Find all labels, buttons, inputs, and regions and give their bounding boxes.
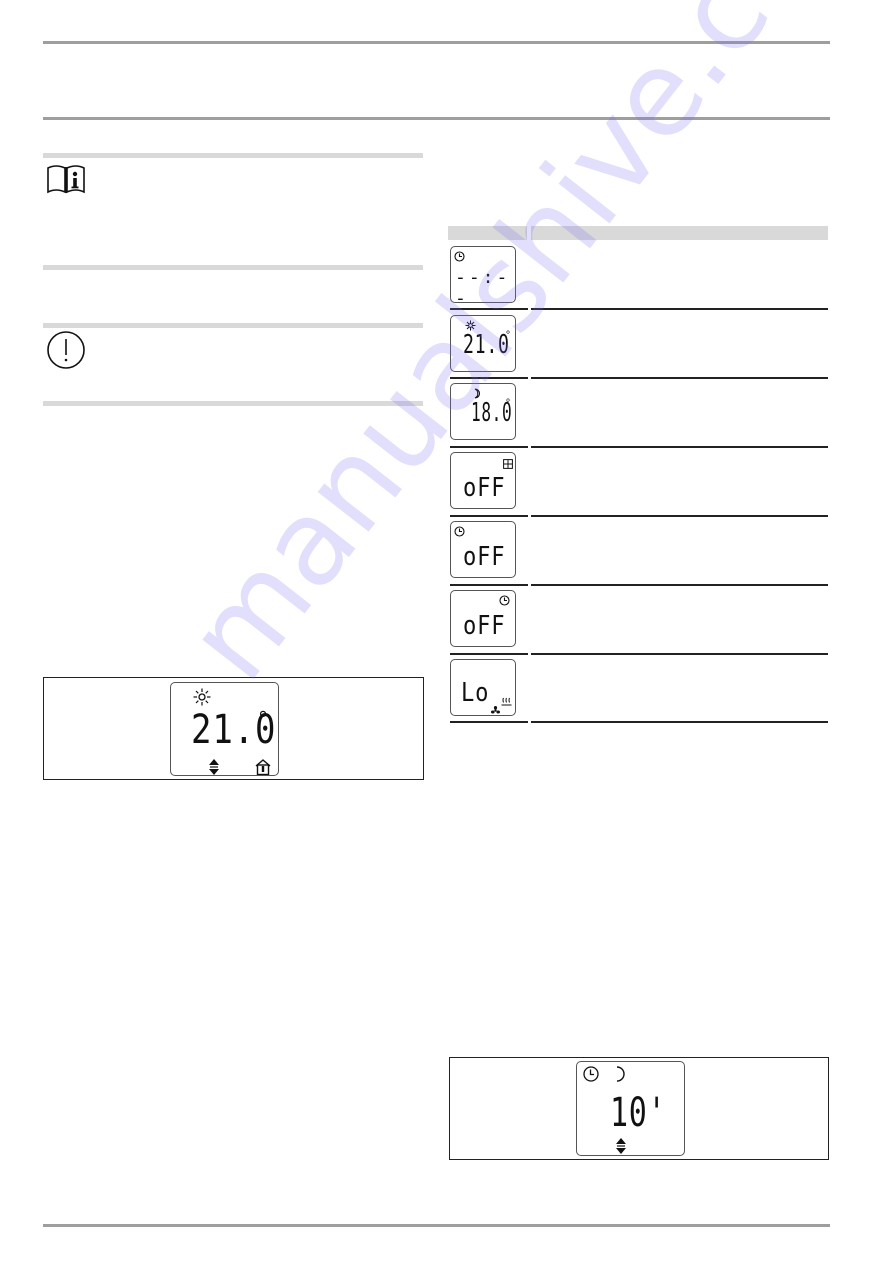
off-value: oFF bbox=[463, 611, 506, 641]
row-divider-display bbox=[450, 653, 528, 655]
row-divider-description bbox=[531, 721, 828, 723]
table-row-lcd-clock-off: oFF bbox=[450, 521, 516, 578]
row-divider-display bbox=[450, 721, 528, 723]
off-value: oFF bbox=[463, 473, 506, 503]
table-row-lcd-timer-off: oFF bbox=[450, 590, 516, 647]
table-row-lcd-low: Lo bbox=[450, 659, 516, 716]
low-value: Lo bbox=[461, 678, 490, 708]
table-row-lcd-eco: 18.0 ° bbox=[450, 383, 516, 440]
figure-display-timer: 10' bbox=[449, 1057, 829, 1160]
moon-icon bbox=[614, 1066, 628, 1087]
row-divider-description bbox=[531, 584, 828, 586]
book-info-icon bbox=[46, 162, 86, 199]
off-value: oFF bbox=[463, 542, 506, 572]
notice-divider-bar bbox=[43, 265, 423, 270]
row-divider-description bbox=[531, 515, 828, 517]
row-divider-description bbox=[531, 377, 828, 379]
clock-icon bbox=[454, 249, 465, 267]
heat-icon bbox=[501, 694, 512, 712]
degree-unit: ° bbox=[505, 330, 513, 341]
time-value: --:-- bbox=[455, 267, 511, 309]
table-row-lcd-window-off: oFF bbox=[450, 452, 516, 509]
window-icon bbox=[503, 456, 513, 474]
up-down-arrows-icon bbox=[209, 759, 219, 780]
lcd-display: 10' bbox=[576, 1061, 685, 1156]
row-divider-description bbox=[531, 446, 828, 448]
footer-rule bbox=[43, 1224, 830, 1227]
row-divider-description bbox=[531, 308, 828, 310]
table-header-cell-display bbox=[448, 226, 527, 240]
up-down-arrows-icon bbox=[616, 1138, 626, 1159]
row-divider-display bbox=[450, 446, 528, 448]
row-divider-display bbox=[450, 308, 528, 310]
degree-unit: ° bbox=[257, 707, 271, 731]
fan-icon bbox=[491, 702, 500, 720]
lcd-display: 21.0 ° bbox=[170, 682, 279, 776]
degree-unit: ° bbox=[505, 398, 513, 409]
caution-notice-bottom-bar bbox=[43, 401, 423, 406]
row-divider-display bbox=[450, 584, 528, 586]
table-row-lcd-time: --:-- bbox=[450, 246, 516, 309]
exclamation-circle-icon bbox=[46, 330, 86, 375]
clock-icon bbox=[583, 1066, 599, 1087]
house-thermometer-icon bbox=[255, 759, 271, 780]
comfort-temp-value: 21.0 bbox=[463, 330, 510, 360]
info-notice-top-bar bbox=[43, 153, 423, 158]
row-divider-display bbox=[450, 377, 528, 379]
figure-display-comfort: 21.0 ° bbox=[43, 677, 424, 780]
clock-icon bbox=[454, 524, 465, 542]
header-rule-top bbox=[43, 41, 830, 44]
row-divider-description bbox=[531, 653, 828, 655]
watermark: manualshive.com bbox=[160, 0, 893, 705]
caution-notice-top-bar bbox=[43, 323, 423, 328]
header-rule-bottom bbox=[43, 117, 830, 120]
timer-value: 10' bbox=[610, 1090, 667, 1136]
row-divider-display bbox=[450, 515, 528, 517]
table-header-cell-description bbox=[531, 226, 828, 240]
clock-icon bbox=[499, 593, 510, 611]
table-row-lcd-comfort: 21.0 ° bbox=[450, 315, 516, 372]
